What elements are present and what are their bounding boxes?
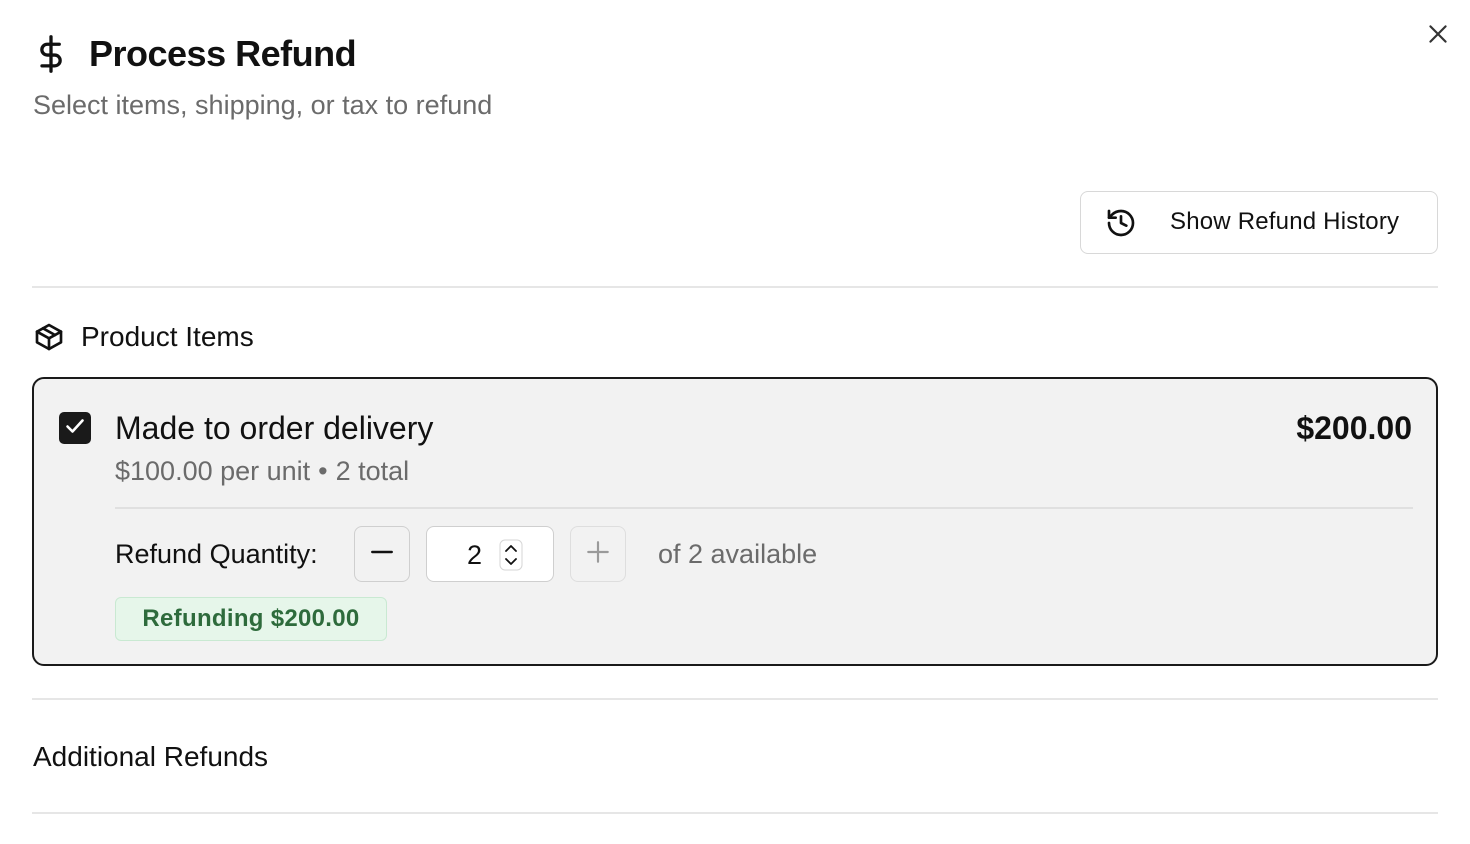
product-items-title: Product Items [81, 321, 254, 352]
product-items-header: Product Items [33, 318, 254, 356]
item-select-checkbox[interactable] [59, 412, 91, 444]
dollar-sign-icon [33, 34, 69, 74]
section-divider [32, 812, 1438, 814]
minus-icon [369, 539, 395, 570]
section-divider [32, 698, 1438, 700]
dialog-title: Process Refund [89, 33, 357, 74]
item-price: $200.00 [1296, 410, 1412, 446]
item-divider [115, 507, 1413, 509]
dialog-subtitle: Select items, shipping, or tax to refund [33, 90, 493, 120]
refund-amount-badge: Refunding $200.00 [115, 597, 387, 641]
process-refund-dialog: Process Refund Select items, shipping, o… [0, 0, 1470, 844]
package-icon [33, 320, 65, 354]
item-meta: $100.00 per unit • 2 total [115, 456, 409, 487]
meta-separator: • [318, 456, 328, 486]
refund-quantity-input[interactable]: 2 [426, 526, 554, 582]
chevron-up-down-icon[interactable] [499, 539, 523, 571]
show-refund-history-label: Show Refund History [1170, 208, 1400, 235]
item-unit-price: $100.00 per unit [115, 456, 311, 486]
checkmark-icon [63, 414, 87, 443]
refund-quantity-label: Refund Quantity: [115, 539, 318, 569]
close-icon [1425, 21, 1451, 52]
dialog-header: Process Refund [33, 32, 357, 76]
item-total-count: 2 total [335, 456, 410, 486]
additional-refunds-title[interactable]: Additional Refunds [33, 741, 268, 773]
decrease-quantity-button[interactable] [354, 526, 410, 582]
plus-icon [585, 539, 611, 570]
show-refund-history-button[interactable]: Show Refund History [1080, 191, 1438, 254]
quantity-value: 2 [467, 540, 483, 570]
close-button[interactable] [1422, 20, 1454, 52]
history-icon [1105, 207, 1137, 239]
product-item-card: Made to order delivery $200.00 $100.00 p… [32, 377, 1438, 666]
available-quantity-text: of 2 available [658, 539, 818, 569]
section-divider [32, 286, 1438, 288]
increase-quantity-button[interactable] [570, 526, 626, 582]
item-name: Made to order delivery [115, 410, 434, 446]
refund-amount-text: Refunding $200.00 [142, 605, 360, 632]
